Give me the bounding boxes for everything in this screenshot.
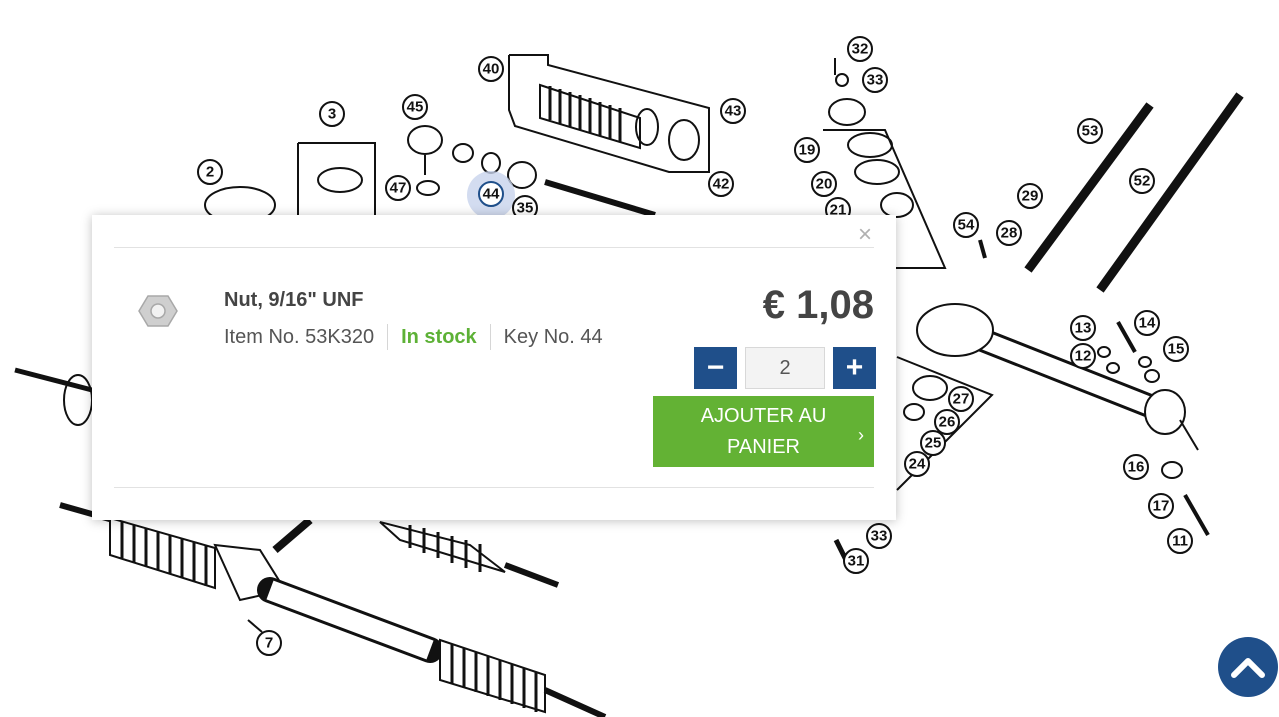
meta-separator xyxy=(387,324,389,350)
decrease-quantity-button[interactable]: − xyxy=(694,347,737,389)
svg-text:43: 43 xyxy=(725,103,742,120)
minus-icon: − xyxy=(706,351,725,384)
svg-text:35: 35 xyxy=(517,200,534,217)
item-number: Item No. 53K320 xyxy=(224,325,375,348)
popup-divider-top xyxy=(114,247,874,248)
svg-text:16: 16 xyxy=(1128,459,1145,476)
quantity-stepper: − + xyxy=(694,347,876,389)
svg-text:54: 54 xyxy=(958,217,975,234)
svg-text:15: 15 xyxy=(1168,341,1185,358)
svg-text:19: 19 xyxy=(799,142,816,159)
stock-status: In stock xyxy=(401,325,477,348)
close-icon[interactable]: × xyxy=(858,221,872,249)
svg-text:25: 25 xyxy=(925,435,942,452)
svg-text:42: 42 xyxy=(713,176,730,193)
hex-nut-icon xyxy=(138,295,178,327)
svg-text:33: 33 xyxy=(867,72,884,89)
svg-text:47: 47 xyxy=(390,180,407,197)
svg-text:3: 3 xyxy=(328,106,336,123)
scroll-to-top-button[interactable] xyxy=(1218,637,1278,697)
popup-divider-bottom xyxy=(114,487,874,488)
product-name: Nut, 9/16" UNF xyxy=(224,289,364,311)
product-popup: × Nut, 9/16" UNF Item No. 53K320 In stoc… xyxy=(92,215,896,520)
chevron-up-icon xyxy=(1231,658,1265,678)
add-to-cart-button[interactable]: AJOUTER AU PANIER › xyxy=(653,396,874,467)
svg-text:32: 32 xyxy=(852,41,869,58)
svg-text:53: 53 xyxy=(1082,123,1099,140)
plus-icon: + xyxy=(845,351,864,384)
quantity-input[interactable] xyxy=(745,347,825,389)
chevron-right-icon: › xyxy=(858,425,864,445)
svg-text:20: 20 xyxy=(816,176,833,193)
add-to-cart-label: AJOUTER AU PANIER xyxy=(700,404,827,458)
svg-text:13: 13 xyxy=(1075,320,1092,337)
svg-text:44: 44 xyxy=(483,186,500,203)
svg-text:14: 14 xyxy=(1139,315,1156,332)
svg-text:28: 28 xyxy=(1001,225,1018,242)
svg-text:45: 45 xyxy=(407,99,424,116)
svg-text:11: 11 xyxy=(1172,533,1188,550)
svg-text:31: 31 xyxy=(848,553,865,570)
svg-text:12: 12 xyxy=(1075,348,1092,365)
svg-text:2: 2 xyxy=(206,164,214,181)
svg-text:52: 52 xyxy=(1134,173,1151,190)
svg-text:26: 26 xyxy=(939,414,956,431)
increase-quantity-button[interactable]: + xyxy=(833,347,876,389)
product-price: € 1,08 xyxy=(762,283,874,327)
svg-text:17: 17 xyxy=(1153,498,1170,515)
key-number: Key No. 44 xyxy=(503,325,603,348)
meta-separator xyxy=(489,324,491,350)
svg-text:29: 29 xyxy=(1022,188,1039,205)
svg-text:27: 27 xyxy=(953,391,970,408)
svg-text:7: 7 xyxy=(265,635,273,652)
product-meta: Item No. 53K320 In stock Key No. 44 xyxy=(224,324,603,350)
svg-text:24: 24 xyxy=(909,456,926,473)
svg-text:33: 33 xyxy=(871,528,888,545)
svg-text:40: 40 xyxy=(483,61,500,78)
